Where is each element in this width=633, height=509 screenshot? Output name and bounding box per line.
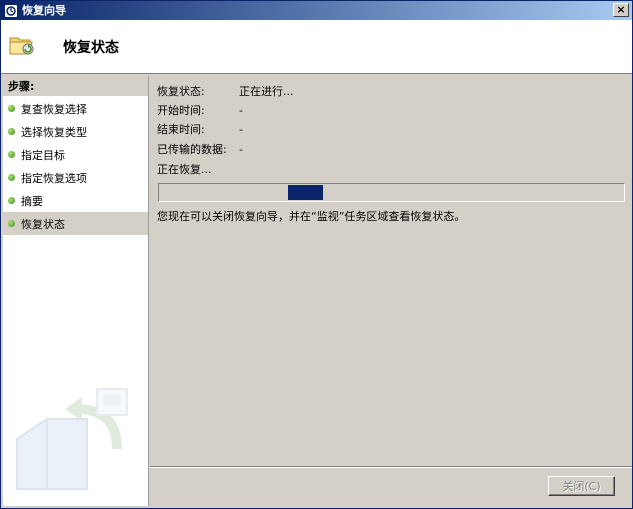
step-bullet-icon: [8, 197, 15, 204]
step-bullet-icon: [8, 105, 15, 112]
progress-marquee-chunk: [288, 185, 323, 200]
window-title: 恢复向导: [22, 4, 66, 17]
step-label: 指定恢复选项: [21, 171, 87, 185]
window-close-button[interactable]: ×: [613, 3, 629, 17]
step-item-review-selection: 复查恢复选择: [3, 97, 148, 120]
step-item-select-type: 选择恢复类型: [3, 120, 148, 143]
end-time-row: 结束时间: -: [157, 121, 243, 137]
step-item-specify-target: 指定目标: [3, 143, 148, 166]
wizard-footer: 关闭(C): [150, 466, 632, 506]
step-bullet-icon: [8, 128, 15, 135]
status-content: 恢复状态: 正在进行... 开始时间: - 结束时间: - 已传输的数据: - …: [150, 76, 632, 466]
status-label: 恢复状态:: [157, 85, 205, 98]
end-time-label: 结束时间:: [157, 123, 205, 136]
transferred-row: 已传输的数据: -: [157, 141, 243, 157]
step-item-restore-status: 恢复状态: [3, 212, 148, 235]
step-bullet-icon: [8, 174, 15, 181]
wizard-header: 恢复状态: [1, 20, 632, 74]
progress-text: 正在恢复...: [157, 163, 212, 176]
step-bullet-icon: [8, 220, 15, 227]
step-label: 指定目标: [21, 148, 65, 162]
steps-panel: 步骤: 复查恢复选择 选择恢复类型 指定目标 指定恢复选项 摘要 恢复状态: [3, 76, 149, 506]
info-message: 您现在可以关闭恢复向导，并在“监视”任务区域查看恢复状态。: [157, 210, 466, 223]
end-time-value: -: [239, 122, 243, 136]
wizard-app-icon: [4, 3, 18, 18]
step-item-specify-options: 指定恢复选项: [3, 166, 148, 189]
start-time-value: -: [239, 103, 243, 117]
steps-title: 步骤:: [3, 76, 148, 97]
transferred-value: -: [239, 142, 243, 156]
step-item-summary: 摘要: [3, 189, 148, 212]
step-label: 摘要: [21, 194, 43, 208]
restore-wizard-window: 恢复向导 × 恢复状态 步骤: 复查恢复选择 选择恢复类型 指定目标 指定恢复选…: [0, 0, 633, 509]
title-bar[interactable]: 恢复向导 ×: [1, 1, 632, 20]
restore-watermark-icon: [7, 379, 137, 502]
step-label: 复查恢复选择: [21, 102, 87, 116]
page-title: 恢复状态: [63, 40, 119, 56]
close-button[interactable]: 关闭(C): [548, 476, 615, 496]
progress-bar: [158, 183, 625, 202]
status-row: 恢复状态: 正在进行...: [157, 83, 294, 99]
start-time-label: 开始时间:: [157, 104, 205, 117]
status-value: 正在进行...: [239, 85, 294, 98]
step-label: 选择恢复类型: [21, 125, 87, 139]
step-bullet-icon: [8, 151, 15, 158]
progress-text-row: 正在恢复...: [157, 161, 212, 177]
folder-restore-icon: [8, 32, 36, 61]
step-label: 恢复状态: [21, 217, 65, 231]
transferred-label: 已传输的数据:: [157, 143, 227, 156]
start-time-row: 开始时间: -: [157, 102, 243, 118]
